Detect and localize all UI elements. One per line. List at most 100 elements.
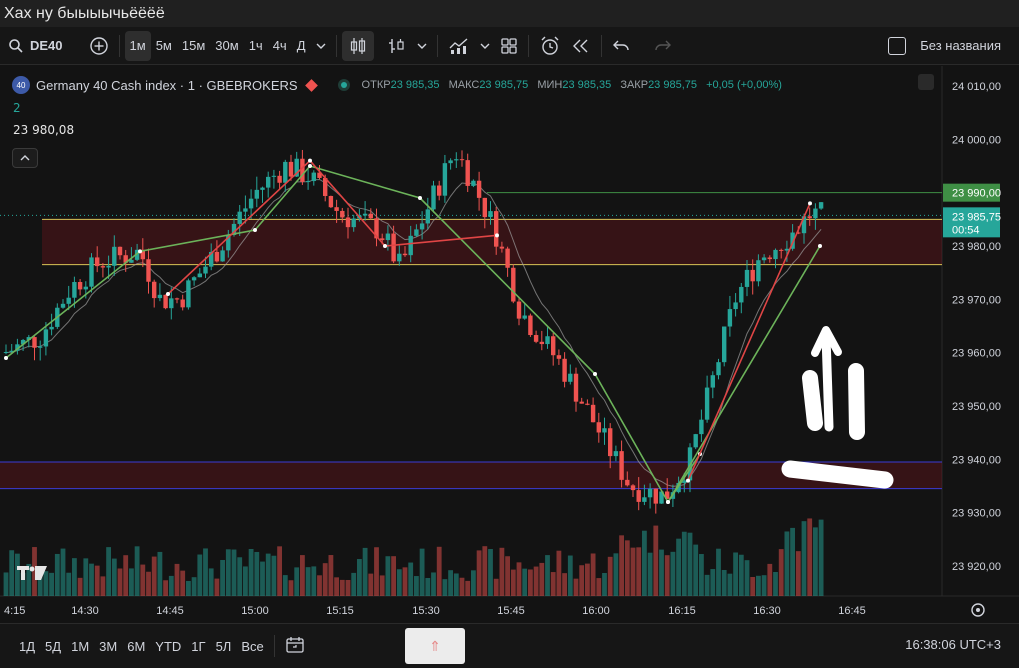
candle-body [351, 218, 356, 228]
collapse-legend-button[interactable] [12, 148, 38, 168]
volume-bar [146, 571, 151, 596]
volume-bar [334, 577, 339, 596]
candle-body [773, 249, 778, 260]
candle-body [448, 160, 453, 164]
candle-body [431, 185, 436, 210]
volume-bar [636, 547, 642, 596]
volume-bar [168, 575, 174, 596]
indicators-button[interactable] [443, 31, 475, 61]
range-1d[interactable]: 1Д [14, 639, 40, 654]
volume-bar [123, 555, 129, 596]
range-ytd[interactable]: YTD [150, 639, 186, 654]
layout-grid-button[interactable] [495, 31, 523, 61]
interval-30m[interactable]: 30м [210, 31, 243, 61]
legend-title[interactable]: Germany 40 Cash index · 1 · GBEBROKERS [36, 78, 298, 93]
toolbar-separator [335, 34, 337, 57]
zigzag-red-point [166, 292, 170, 296]
indicator-price: 23 980,08 [13, 123, 75, 137]
volume-bar [619, 535, 624, 596]
candle-body [459, 159, 465, 161]
volume-bar [231, 549, 237, 596]
price-chart[interactable]: 24 010,00 24 000,00 23 990,00 23 980,00 23 9… [0, 66, 1019, 623]
price-tick-label: 23 960,00 [952, 348, 1001, 360]
redo-button[interactable] [649, 31, 677, 61]
interval-1d[interactable]: Д [292, 31, 311, 61]
volume-bar [89, 563, 94, 596]
volume-bar [157, 551, 163, 596]
candle-body [146, 259, 151, 282]
search-icon [9, 38, 23, 53]
hand-stroke-3 [781, 460, 894, 489]
interval-1h[interactable]: 1ч [244, 31, 268, 61]
volume-bar [465, 580, 471, 596]
volume-bar [681, 531, 687, 596]
volume-bar [94, 565, 100, 596]
range-1y[interactable]: 1Г [186, 639, 210, 654]
range-all[interactable]: Все [236, 639, 268, 654]
replay-button[interactable] [566, 31, 596, 61]
interval-5m[interactable]: 5м [151, 31, 177, 61]
range-6m[interactable]: 6М [122, 639, 150, 654]
volume-bar [60, 548, 66, 596]
volume-bar [43, 571, 49, 596]
bar-style-button[interactable] [382, 31, 412, 61]
compare-symbol-button[interactable] [84, 31, 114, 61]
range-3m[interactable]: 3М [94, 639, 122, 654]
volume-bar [305, 567, 311, 596]
redo-icon [654, 40, 671, 50]
layout-checkbox[interactable] [888, 36, 907, 55]
zigzag-green-point [138, 249, 142, 254]
candle-body [613, 451, 619, 457]
volume-bar [300, 555, 305, 596]
volume-bar [214, 578, 220, 596]
candle-body [380, 238, 385, 241]
current-price-label: 23 985,75 [952, 211, 1001, 223]
volume-bar [482, 546, 488, 596]
alert-button[interactable] [534, 31, 566, 61]
range-5y[interactable]: 5Л [211, 639, 237, 654]
volume-bar [579, 565, 585, 596]
chart-legend: 40 Germany 40 Cash index · 1 · GBEBROKER… [12, 76, 788, 94]
volume-bar [151, 556, 157, 596]
candle-body [32, 337, 37, 348]
candle-body [454, 159, 459, 161]
gear-hub [976, 608, 980, 612]
interval-dropdown[interactable] [311, 31, 331, 61]
candle-body [186, 280, 191, 308]
volume-bar [585, 563, 590, 596]
chart-pane[interactable]: 24 010,00 24 000,00 23 990,00 23 980,00 23 9… [0, 66, 1019, 623]
undo-icon [612, 40, 629, 50]
candle-body [174, 298, 180, 300]
candle-body [191, 277, 197, 281]
indicators-dropdown[interactable] [475, 31, 495, 61]
market-status-icon[interactable] [337, 79, 350, 91]
volume-bar [784, 531, 790, 596]
grid-icon [500, 37, 517, 54]
date-range-button[interactable] [280, 636, 310, 657]
interval-15m[interactable]: 15м [177, 31, 210, 61]
candle-body [471, 180, 476, 186]
range-1m[interactable]: 1М [66, 639, 94, 654]
layout-name-button[interactable]: Без названия [883, 31, 1019, 61]
undo-button[interactable] [607, 31, 635, 61]
top-toolbar: DE40 1м 5м 15м 30м 1ч 4ч Д Без названия [0, 27, 1019, 65]
candle-body [89, 257, 94, 287]
candle-body [419, 223, 425, 230]
chart-type-candles-button[interactable] [341, 30, 374, 61]
scroll-to-top-button[interactable]: ⇑ [405, 628, 465, 664]
range-5d[interactable]: 5Д [40, 639, 66, 654]
candle-body [733, 302, 738, 310]
interval-1m[interactable]: 1м [124, 30, 151, 61]
volume-bar [545, 555, 550, 596]
volume-bar [813, 527, 818, 596]
volume-bar [510, 569, 516, 596]
volume-bar [659, 549, 664, 596]
time-tick-label: 4:15 [4, 605, 25, 617]
interval-4h[interactable]: 4ч [268, 31, 292, 61]
bar-style-dropdown[interactable] [412, 31, 432, 61]
candle-body [362, 213, 368, 216]
symbol-search-button[interactable]: DE40 [0, 31, 68, 61]
volume-bar [738, 554, 744, 596]
candle-body [271, 175, 277, 177]
volume-bar [374, 547, 379, 596]
